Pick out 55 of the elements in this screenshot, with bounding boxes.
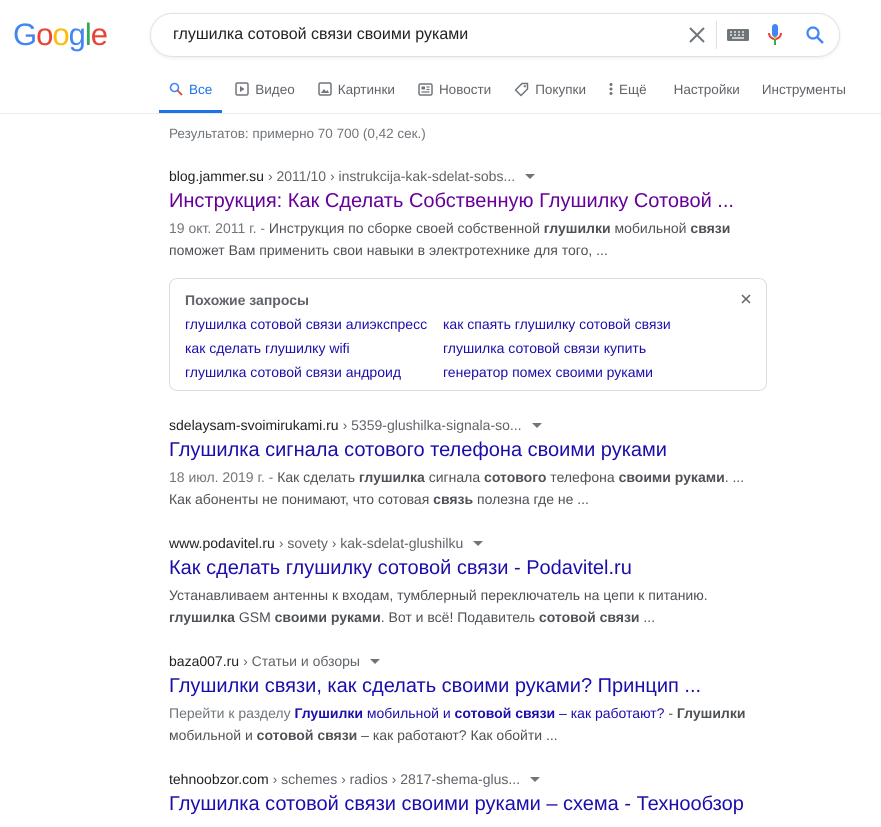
url-breadcrumb: › 5359-glushilka-signala-so... xyxy=(342,417,522,433)
more-icon xyxy=(608,82,613,96)
related-query[interactable]: генератор помех своими руками xyxy=(443,360,653,384)
caret-icon[interactable] xyxy=(532,422,542,428)
result-snippet: 18 июл. 2019 г. - Как сделать глушилка сигнала сотового телефона своими руками. ... Как абоненты не понимают, что сотовая связь полезна где не ... xyxy=(169,468,746,509)
result-stats: Результатов: примерно 70 700 (0,42 сек.) xyxy=(169,126,427,143)
play-icon xyxy=(235,82,250,96)
result-title[interactable]: Глушилка сигнала сотового телефона своими руками xyxy=(169,437,667,463)
close-icon[interactable] xyxy=(688,26,706,44)
related-query[interactable]: глушилка сотовой связи купить xyxy=(443,336,646,360)
caret-icon[interactable] xyxy=(473,540,484,546)
tag-icon xyxy=(514,82,530,96)
result-snippet: Устанавливаем антенны к входам, тумблерный переключатель на цепи к питанию. глушилка GSM своими руками. Вот и всё! Подавитель сотовой связи ... xyxy=(169,586,709,627)
google-logo[interactable]: Google xyxy=(13,17,150,53)
site-domain: www.podavitel.ru xyxy=(169,535,275,551)
result-title[interactable]: Инструкция: Как Сделать Собственную Глушилку Сотовой ... xyxy=(169,188,734,214)
microphone-icon[interactable] xyxy=(767,23,783,47)
site-domain: sdelaysam-svoimirukami.ru xyxy=(169,417,339,433)
tab[interactable]: Все xyxy=(159,68,222,113)
caret-icon[interactable] xyxy=(370,658,380,664)
result-title[interactable]: Как сделать глушилку сотовой связи - Podavitel.ru xyxy=(169,555,632,581)
tools-link[interactable]: Инструменты xyxy=(750,68,857,113)
url-breadcrumb: › sovety › kak-sdelat-glushilku xyxy=(278,535,464,551)
url-breadcrumb: › 2011/10 › instrukcija-kak-sdelat-sobs... xyxy=(268,168,516,184)
keyboard-icon[interactable] xyxy=(727,29,749,41)
related-query[interactable]: глушилка сотовой связи алиэкспресс xyxy=(185,312,428,336)
url-breadcrumb: › Статьи и обзоры xyxy=(243,653,360,669)
url-breadcrumb: › schemes › radios › 2817-shema-glus... xyxy=(272,771,520,787)
search-icon[interactable] xyxy=(805,25,825,45)
tab[interactable]: Ещё xyxy=(598,68,657,113)
result-title[interactable]: Глушилка сотовой связи своими руками – схема - Технообзор xyxy=(169,791,744,817)
related-heading: Похожие запросы xyxy=(185,292,309,308)
search-bar[interactable]: глушилка сотовой связи своими руками xyxy=(150,13,840,57)
tab[interactable]: Покупки xyxy=(504,68,596,113)
caret-icon[interactable] xyxy=(530,776,540,782)
caret-icon[interactable] xyxy=(525,174,536,178)
search-icon xyxy=(169,82,183,96)
result-title[interactable]: Глушилки связи, как сделать своими руками? Принцип ... xyxy=(169,673,702,699)
related-query[interactable]: глушилка сотовой связи андроид xyxy=(185,360,401,384)
newspaper-icon xyxy=(418,82,433,96)
tab[interactable]: Новости xyxy=(408,68,502,113)
related-query[interactable]: как спаять глушилку сотовой связи xyxy=(443,312,671,336)
tab[interactable]: Видео xyxy=(225,68,305,113)
tools-link[interactable]: Настройки xyxy=(662,68,751,113)
section-link[interactable]: Глушилки мобильной и сотовой связи – как работают? xyxy=(294,705,664,721)
site-domain: blog.jammer.su xyxy=(169,168,264,184)
result-snippet: Перейти к разделу Глушилки мобильной и сотовой связи – как работают? - Глушилки мобильной и сотовой связи – как работают? Как обойти ... xyxy=(169,704,746,745)
image-icon xyxy=(318,82,332,96)
site-domain: tehnoobzor.com xyxy=(169,771,269,787)
search-field[interactable]: глушилка сотовой связи своими руками xyxy=(171,25,688,45)
result-snippet: 19 окт. 2011 г. - Инструкция по сборке своей собственной глушилки мобильной связи поможет Вам применить свои навыки в электротехнике для того, ... xyxy=(169,219,732,260)
site-domain: baza007.ru xyxy=(169,653,240,669)
related-query[interactable]: как сделать глушилку wifi xyxy=(185,336,350,360)
close-icon[interactable] xyxy=(741,294,751,304)
tab[interactable]: Картинки xyxy=(308,68,405,113)
